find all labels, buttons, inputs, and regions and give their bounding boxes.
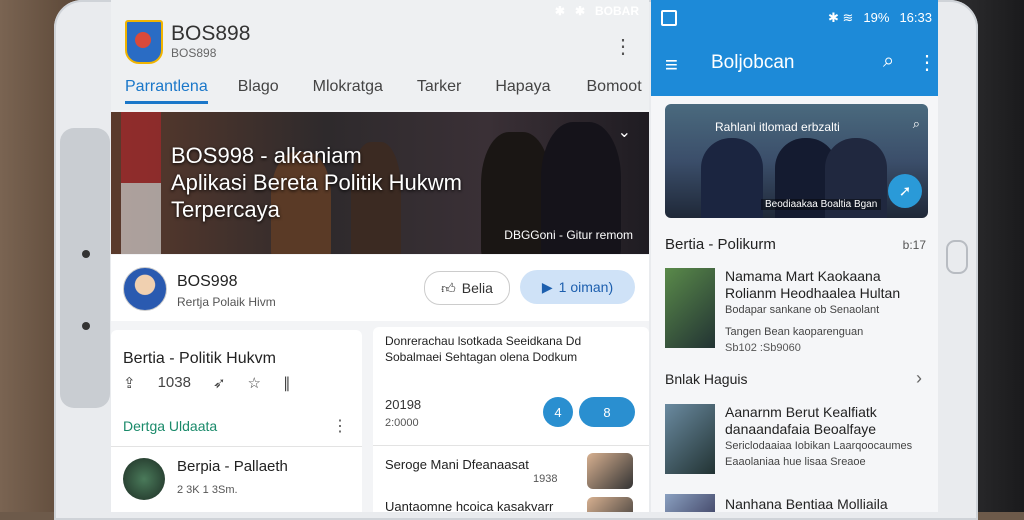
signal-icon: ✱ ≋ bbox=[828, 10, 854, 25]
hero-figure bbox=[701, 138, 763, 218]
hero-caption: Rahlani itlomad erbzalti bbox=[715, 120, 840, 134]
section-title: Bnlak Haguis bbox=[665, 371, 748, 387]
share-icon[interactable]: ⇪ bbox=[123, 374, 136, 392]
list-thumbnail bbox=[587, 453, 633, 489]
more-menu-icon[interactable]: ⋮ bbox=[917, 50, 937, 75]
tab-4[interactable]: Tarker bbox=[417, 74, 461, 104]
more-menu-icon[interactable]: ⋮ bbox=[613, 34, 633, 59]
author-sub: Rertja Polaik Hivm bbox=[177, 295, 276, 309]
list-thumbnail bbox=[665, 494, 715, 512]
thumbs-up-icon: 👍︎ bbox=[441, 279, 456, 296]
follow-button[interactable]: ▶ 1 oiman) bbox=[520, 270, 635, 304]
brand-sub: BOS898 bbox=[171, 46, 217, 60]
signal-icon: ✱ bbox=[574, 4, 585, 18]
search-icon[interactable]: ⌕ bbox=[913, 116, 920, 132]
card-text: Donrerachau lsotkada Seeidkana Dd Sobalm… bbox=[385, 334, 582, 364]
camera-dot bbox=[82, 250, 90, 258]
list-item-date: Sb102 :Sb9060 bbox=[725, 342, 801, 354]
tab-bar: Parrantlena Blago Mlokratga Tarker Hapay… bbox=[111, 74, 649, 104]
count-label: 1038 bbox=[157, 374, 191, 391]
list-thumbnail bbox=[665, 268, 715, 348]
list-thumbnail bbox=[665, 404, 715, 474]
more-menu-icon[interactable]: ⋮ bbox=[332, 416, 348, 436]
status-text: BOBAR bbox=[595, 4, 639, 18]
list-item-meta: Eaaolaniaa hue lisaa Sreaoe bbox=[725, 456, 866, 468]
list-item-title[interactable]: Uantaomne hcoica kasakvarr bbox=[385, 499, 553, 512]
hero-banner[interactable]: Rahlani itlomad erbzalti ⌕ Beodiaakaa Bo… bbox=[665, 104, 928, 218]
hero-title: BOS998 - alkaniam Aplikasi Bereta Politi… bbox=[171, 142, 462, 223]
divider bbox=[111, 446, 362, 447]
card-number-2: 2:0000 bbox=[385, 417, 419, 429]
star-icon[interactable]: ☆ bbox=[248, 374, 261, 392]
logo-icon bbox=[125, 20, 163, 64]
status-icons: ✱ ≋ 19% 16:33 bbox=[828, 10, 932, 26]
hero-flag bbox=[121, 112, 161, 254]
brand-name: BOS898 bbox=[171, 22, 251, 45]
list-thumbnail bbox=[123, 458, 165, 500]
follow-label: 1 oiman) bbox=[558, 279, 614, 295]
sensor-dot bbox=[82, 322, 90, 330]
share-icon[interactable]: ➚ bbox=[888, 174, 922, 208]
list-item-title[interactable]: Namama Mart Kaokaana Rolianm Heodhaalea … bbox=[725, 268, 925, 302]
list-item-meta: Bodapar sankane ob Senaolant bbox=[725, 304, 880, 316]
avatar[interactable] bbox=[123, 267, 167, 311]
article-card[interactable]: Donrerachau lsotkada Seeidkana Dd Sobalm… bbox=[373, 327, 649, 512]
divider bbox=[373, 445, 649, 446]
list-item-title[interactable]: Aanarnm Berut Kealfiatk danaandafaia Beo… bbox=[725, 404, 925, 438]
article-card[interactable]: Bertia - Politik Hukvm ⇪ 1038 ➶ ☆ ∥ Dert… bbox=[111, 330, 362, 512]
list-item-meta: 2 3K 1 3Sm. bbox=[177, 484, 238, 496]
send-icon[interactable]: ➶ bbox=[213, 374, 226, 392]
battery-pct: 19% bbox=[863, 10, 890, 25]
clock: 16:33 bbox=[899, 10, 932, 25]
author-bar: BOS998 Rertja Polaik Hivm 👍︎ Belia ▶ 1 o… bbox=[111, 255, 649, 321]
list-item-meta: Tangen Bean kaoparenguan bbox=[725, 326, 864, 338]
search-icon[interactable]: ⌕ bbox=[883, 50, 894, 73]
left-app: ✱ ✱ BOBAR BOS898 BOS898 ⋮ Parrantlena Bl… bbox=[111, 0, 649, 512]
tab-1[interactable]: Parrantlena bbox=[125, 74, 208, 104]
status-bar: ✱ ✱ BOBAR bbox=[555, 4, 639, 18]
like-button[interactable]: 👍︎ Belia bbox=[424, 271, 510, 305]
author-name: BOS998 bbox=[177, 273, 238, 290]
hero-banner[interactable]: BOS998 - alkaniam Aplikasi Bereta Politi… bbox=[111, 112, 649, 254]
hero-subtitle: Beodiaakaa Boaltia Bgan bbox=[761, 199, 882, 210]
chevron-right-icon[interactable]: › bbox=[916, 368, 922, 389]
like-label: Belia bbox=[461, 280, 493, 296]
list-item-meta: Sericlodaaiaa Iobikan Laarqoocaumes bbox=[725, 440, 913, 452]
play-icon: ▶ bbox=[541, 278, 553, 295]
list-item-title[interactable]: Nanhana Bentiaa Molliaila bbox=[725, 496, 925, 512]
notification-icon bbox=[661, 10, 677, 26]
side-panel bbox=[60, 128, 110, 408]
section-title: Dertga Uldaata bbox=[123, 418, 218, 434]
tab-6[interactable]: Bomoot bbox=[587, 74, 642, 104]
right-app: ✱ ≋ 19% 16:33 ≡ Boljobcan ⌕ ⋮ Rahlani it… bbox=[651, 0, 938, 512]
status-bar: ✱ ≋ 19% 16:33 bbox=[651, 0, 938, 34]
menu-icon[interactable]: ≡ bbox=[665, 52, 678, 78]
list-thumbnail bbox=[587, 497, 633, 512]
action-button[interactable]: 8 bbox=[579, 397, 635, 427]
section-title: Bertia - Polikurm bbox=[665, 236, 776, 253]
hero-caption: DBGGoni - Gitur remom bbox=[504, 228, 633, 242]
home-button[interactable] bbox=[946, 240, 968, 274]
chevron-down-icon[interactable]: ⌄ bbox=[618, 122, 631, 142]
hero-line-1: BOS998 - alkaniam bbox=[171, 143, 362, 168]
tab-5[interactable]: Hapaya bbox=[495, 74, 550, 104]
hero-line-3: Terpercaya bbox=[171, 197, 280, 222]
app-bar: ≡ Boljobcan ⌕ ⋮ bbox=[651, 34, 938, 96]
section-count: b:17 bbox=[902, 238, 926, 252]
pause-icon[interactable]: ∥ bbox=[283, 374, 291, 392]
bluetooth-icon: ✱ bbox=[554, 4, 565, 18]
app-name: Boljobcan bbox=[711, 52, 795, 73]
card-number: 20198 bbox=[385, 397, 422, 412]
card-title: Bertia - Politik Hukvm bbox=[123, 350, 276, 367]
tab-2[interactable]: Blago bbox=[238, 74, 279, 104]
list-item-title[interactable]: Seroge Mani Dfeanaasat bbox=[385, 457, 529, 472]
list-item-title[interactable]: Berpia - Pallaeth bbox=[177, 458, 288, 475]
list-item-date: 1938 bbox=[533, 473, 558, 485]
card-actions: ⇪ 1038 ➶ ☆ ∥ bbox=[123, 374, 290, 392]
tab-3[interactable]: Mlokratga bbox=[313, 74, 383, 104]
hero-line-2: Aplikasi Bereta Politik Hukwm bbox=[171, 170, 462, 195]
action-button[interactable]: 4 bbox=[543, 397, 573, 427]
